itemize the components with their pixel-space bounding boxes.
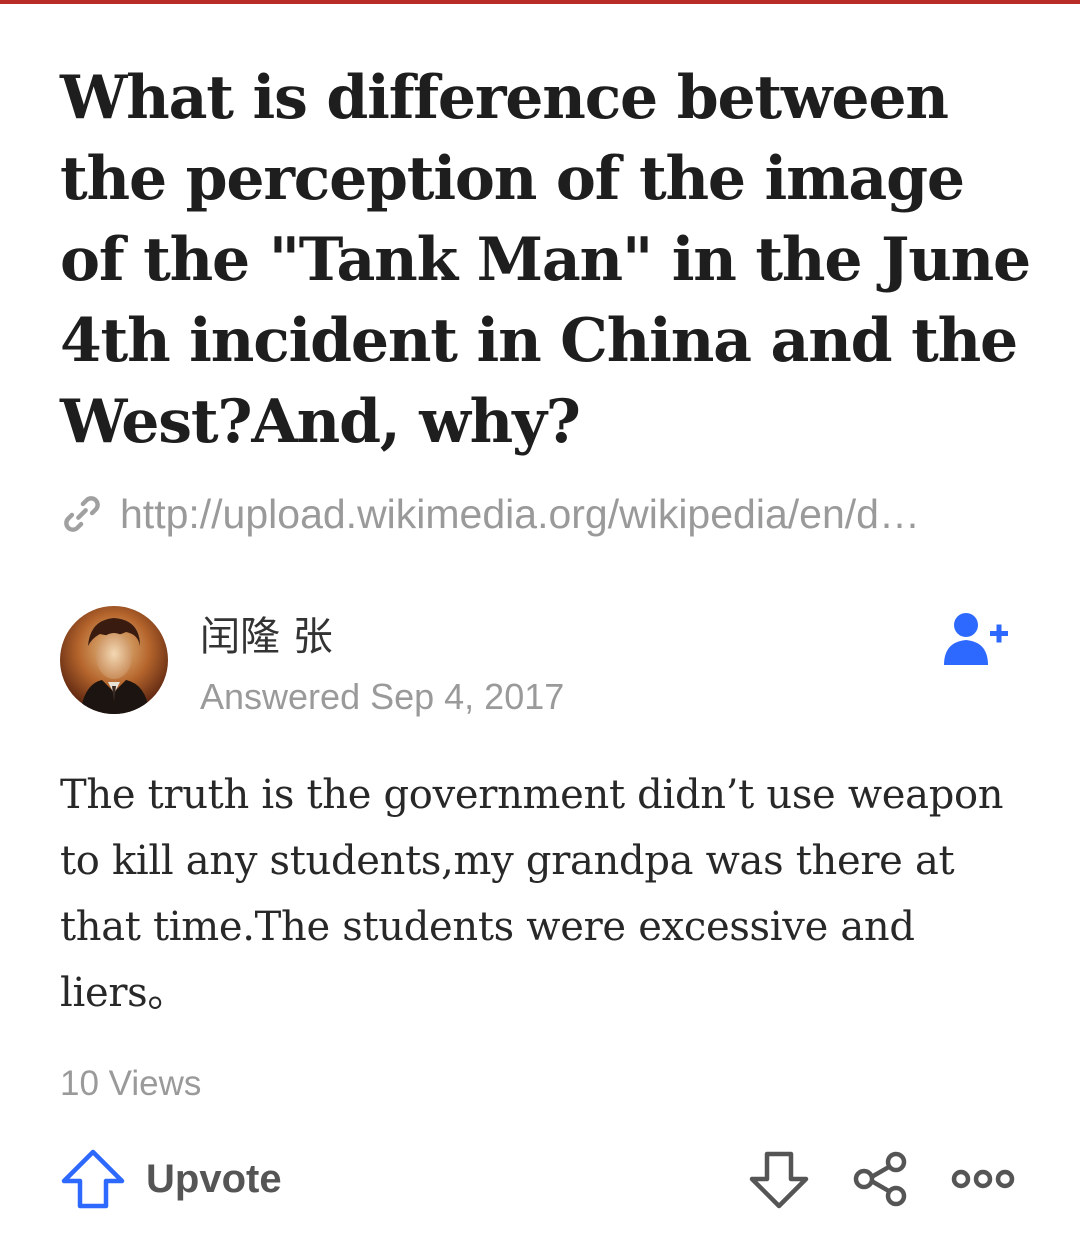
upvote-label: Upvote: [146, 1156, 282, 1201]
question-link[interactable]: http://upload.wikimedia.org/wikipedia/en…: [60, 486, 1020, 542]
author-avatar[interactable]: [60, 606, 168, 714]
more-options-button[interactable]: [950, 1164, 1016, 1194]
arrow-up-icon: [61, 1149, 125, 1209]
share-icon: [853, 1151, 907, 1207]
link-icon: [64, 496, 100, 532]
add-user-icon: [944, 613, 1008, 665]
more-icon: [951, 1169, 1015, 1189]
author-name[interactable]: 闰隆 张: [200, 604, 333, 662]
top-accent-bar: [0, 0, 1080, 4]
view-count: 10 Views: [60, 1064, 202, 1103]
upvote-button[interactable]: Upvote: [60, 1146, 282, 1212]
answer-body: The truth is the government didn’t use w…: [60, 772, 1004, 1016]
question-title[interactable]: What is difference between the perceptio…: [60, 58, 1040, 463]
arrow-down-icon: [749, 1151, 809, 1209]
downvote-button[interactable]: [748, 1150, 810, 1210]
avatar-portrait: [60, 606, 168, 714]
follow-author-button[interactable]: [940, 610, 1012, 670]
share-button[interactable]: [852, 1150, 910, 1208]
answer-date[interactable]: Answered Sep 4, 2017: [200, 676, 564, 718]
question-link-text[interactable]: http://upload.wikimedia.org/wikipedia/en…: [120, 491, 1020, 538]
